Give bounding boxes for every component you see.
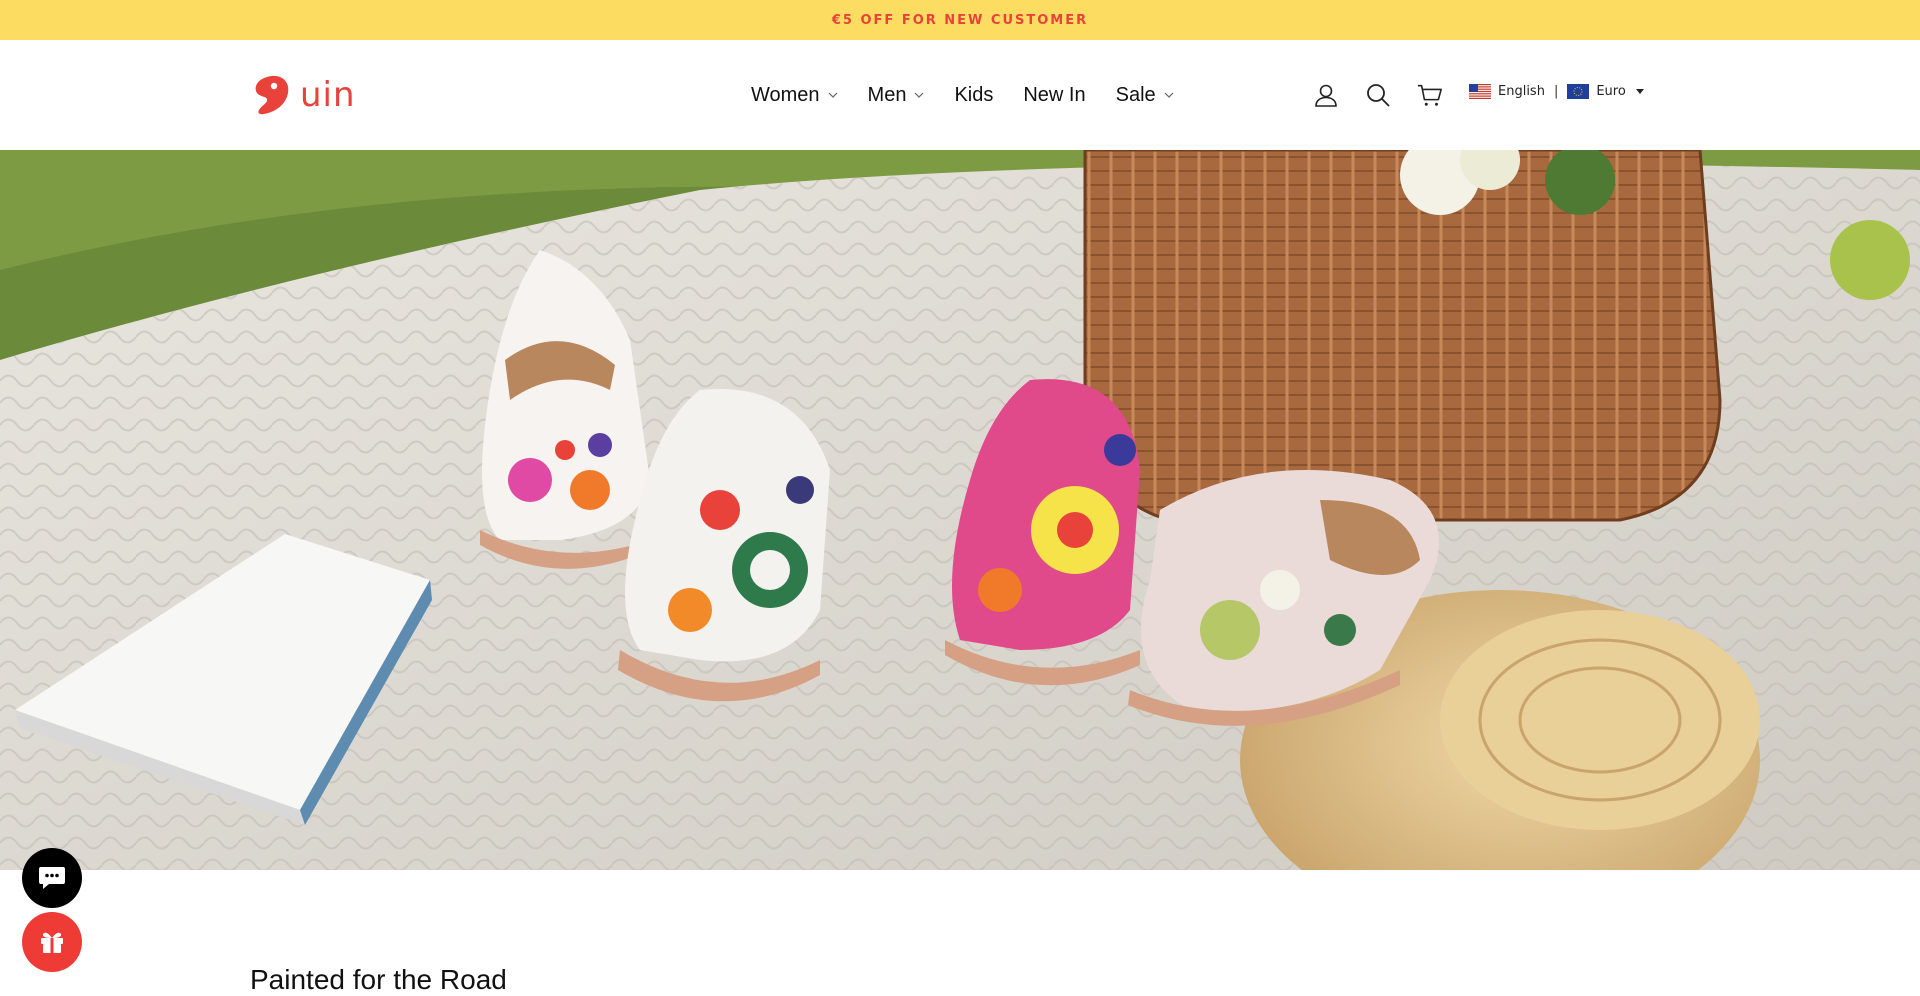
site-header: uin Women Men Kids New In Sale English |… [0,40,1920,150]
currency-label: Euro [1596,84,1626,99]
logo-icon [255,75,289,115]
announcement-text: €5 OFF FOR NEW CUSTOMER [831,12,1089,28]
nav-label: Men [867,83,907,106]
search-button[interactable] [1365,82,1391,108]
nav-item-kids[interactable]: Kids [954,84,993,107]
eu-flag-icon [1567,84,1590,99]
nav-label: Sale [1115,83,1156,106]
hero-banner[interactable] [0,150,1920,870]
gift-icon [41,932,63,953]
main-nav: Women Men Kids New In Sale [751,80,1174,110]
caret-down-icon [1635,89,1644,94]
account-button[interactable] [1313,82,1339,108]
logo-text: uin [300,75,356,115]
nav-item-women[interactable]: Women [751,84,838,107]
nav-label: Kids [954,83,994,106]
nav-label: New In [1023,83,1086,106]
locale-selector[interactable]: English | Euro [1469,84,1644,99]
nav-label: Women [751,83,820,106]
announcement-bar: €5 OFF FOR NEW CUSTOMER [0,0,1920,40]
nav-item-sale[interactable]: Sale [1116,84,1174,107]
us-flag-icon [1469,84,1491,99]
locale-divider: | [1553,84,1559,99]
chevron-down-icon [1164,92,1174,98]
chat-button[interactable] [22,848,82,908]
language-label: English [1498,84,1545,99]
hero-image [0,150,1920,870]
search-icon [1367,84,1390,107]
gift-button[interactable] [22,912,82,972]
nav-item-men[interactable]: Men [868,84,925,107]
nav-item-new-in[interactable]: New In [1023,84,1085,107]
logo[interactable]: uin [250,72,356,118]
account-icon [1315,84,1337,107]
header-icons [1313,82,1469,108]
cart-button[interactable] [1417,82,1443,108]
chevron-down-icon [828,92,837,98]
section-title: Painted for the Road [250,964,507,995]
cart-icon [1417,84,1442,106]
chat-icon [39,867,65,889]
chevron-down-icon [915,92,924,98]
